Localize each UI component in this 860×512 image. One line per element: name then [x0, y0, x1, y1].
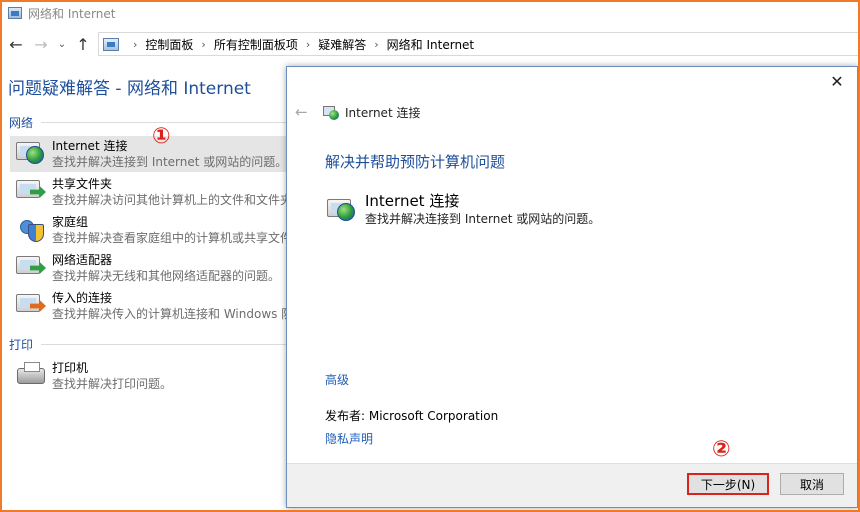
cancel-button[interactable]: 取消 — [780, 473, 844, 495]
item-name: 传入的连接 — [52, 291, 113, 305]
internet-connection-icon — [325, 195, 357, 227]
breadcrumb-separator-icon[interactable]: › — [374, 38, 378, 51]
divider — [41, 344, 289, 345]
group-header-network: 网络 — [9, 114, 289, 131]
breadcrumb-separator-icon[interactable]: › — [133, 38, 137, 51]
list-item-internet-connection[interactable]: Internet 连接 查找并解决连接到 Internet 或网站的问题。 — [10, 136, 290, 172]
address-field[interactable]: › 控制面板 › 所有控制面板项 › 疑难解答 › 网络和 Internet — [98, 32, 858, 56]
tool-desc: 查找并解决连接到 Internet 或网站的问题。 — [365, 212, 601, 226]
publisher-text: 发布者: Microsoft Corporation — [325, 409, 499, 423]
group-label: 打印 — [9, 338, 34, 352]
dialog-title-text: Internet 连接 — [345, 106, 421, 120]
forward-arrow-icon[interactable]: → — [30, 33, 52, 55]
item-name: 家庭组 — [52, 215, 89, 229]
window-title: 网络和 Internet — [28, 6, 116, 21]
up-arrow-icon[interactable]: ↑ — [72, 33, 94, 55]
next-button[interactable]: 下一步(N) — [687, 473, 769, 495]
back-arrow-icon[interactable]: ← — [295, 103, 308, 121]
group-label: 网络 — [9, 116, 34, 130]
privacy-statement-link[interactable]: 隐私声明 — [325, 430, 373, 447]
list-item-incoming-connections[interactable]: 传入的连接 查找并解决传入的计算机连接和 Windows 防 — [10, 288, 290, 324]
incoming-connections-icon — [14, 290, 48, 320]
back-arrow-icon[interactable]: ← — [5, 33, 27, 55]
list-item-homegroup[interactable]: 家庭组 查找并解决查看家庭组中的计算机或共享文件 — [10, 212, 290, 248]
step-1-marker: ① — [152, 124, 171, 149]
divider — [41, 122, 289, 123]
tool-name: Internet 连接 — [365, 192, 460, 210]
item-name: 网络适配器 — [52, 253, 113, 267]
window-titlebar: 网络和 Internet — [2, 2, 858, 24]
breadcrumb-troubleshooting[interactable]: 疑难解答 — [318, 36, 366, 53]
shared-folders-icon — [14, 176, 48, 206]
list-item-printer[interactable]: 打印机 查找并解决打印问题。 — [10, 358, 290, 394]
breadcrumb-control-panel[interactable]: 控制面板 — [145, 36, 193, 53]
page-title: 问题疑难解答 - 网络和 Internet — [8, 79, 251, 99]
item-desc: 查找并解决打印问题。 — [52, 377, 173, 391]
breadcrumb-separator-icon[interactable]: › — [201, 38, 205, 51]
recent-locations-chevron-icon[interactable]: ⌄ — [55, 33, 69, 55]
list-item-shared-folders[interactable]: 共享文件夹 查找并解决访问其他计算机上的文件和文件夹 — [10, 174, 290, 210]
breadcrumb-separator-icon[interactable]: › — [306, 38, 310, 51]
item-desc: 查找并解决传入的计算机连接和 Windows 防 — [52, 307, 290, 321]
control-panel-icon — [8, 7, 22, 19]
item-name: 打印机 — [52, 361, 89, 375]
troubleshooter-tool: Internet 连接 查找并解决连接到 Internet 或网站的问题。 — [325, 191, 600, 227]
internet-connection-icon — [14, 138, 48, 168]
dialog-heading: 解决并帮助预防计算机问题 — [325, 153, 506, 171]
address-bar: ← → ⌄ ↑ › 控制面板 › 所有控制面板项 › 疑难解答 › 网络和 In… — [2, 30, 858, 58]
item-name: 共享文件夹 — [52, 177, 113, 191]
troubleshooter-dialog: ✕ ← Internet 连接 解决并帮助预防计算机问题 Internet 连接… — [286, 66, 858, 508]
dialog-footer: 下一步(N) 取消 — [287, 463, 857, 507]
homegroup-icon — [14, 214, 48, 244]
item-desc: 查找并解决无线和其他网络适配器的问题。 — [52, 269, 281, 283]
internet-connection-icon — [323, 105, 339, 120]
group-header-printing: 打印 — [9, 336, 289, 353]
close-icon[interactable]: ✕ — [827, 71, 847, 91]
printer-icon — [14, 360, 48, 390]
step-2-marker: ② — [712, 437, 731, 462]
item-desc: 查找并解决连接到 Internet 或网站的问题。 — [52, 155, 288, 169]
network-adapter-icon — [14, 252, 48, 282]
item-desc: 查找并解决访问其他计算机上的文件和文件夹 — [52, 193, 290, 207]
breadcrumb-all-items[interactable]: 所有控制面板项 — [214, 36, 298, 53]
item-desc: 查找并解决查看家庭组中的计算机或共享文件 — [52, 231, 290, 245]
dialog-title: Internet 连接 — [323, 104, 420, 121]
advanced-link[interactable]: 高级 — [325, 371, 349, 388]
breadcrumb-network-internet[interactable]: 网络和 Internet — [387, 36, 474, 53]
control-panel-icon — [103, 37, 119, 51]
list-item-network-adapter[interactable]: 网络适配器 查找并解决无线和其他网络适配器的问题。 — [10, 250, 290, 286]
